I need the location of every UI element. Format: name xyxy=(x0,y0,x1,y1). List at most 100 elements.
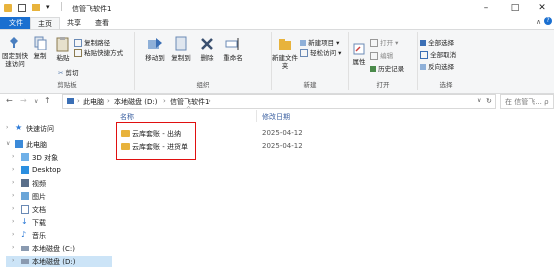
move-to-button[interactable]: 移动到 xyxy=(143,36,167,62)
address-dropdown-icon[interactable]: ∨ xyxy=(477,97,481,104)
move-to-label: 移动到 xyxy=(145,54,165,62)
cube-icon xyxy=(21,153,29,161)
title-bar: ▾ | 信管飞软件1 – □ ✕ xyxy=(0,0,554,17)
tab-view[interactable]: 查看 xyxy=(88,17,116,29)
edit-button[interactable]: 编辑 xyxy=(370,50,393,60)
open-group: 属性 打开 ▾ 编辑 历史记录 打开 xyxy=(349,32,418,90)
nav-label: 3D 对象 xyxy=(32,154,59,162)
nav-label: 图片 xyxy=(32,193,46,201)
star-icon: ★ xyxy=(15,123,23,132)
maximize-button[interactable]: □ xyxy=(505,2,525,14)
chevron-right-icon: › xyxy=(12,205,15,212)
chevron-right-icon: › xyxy=(6,124,9,131)
back-arrow-icon[interactable]: ← xyxy=(6,96,13,105)
properties-icon xyxy=(353,43,365,55)
minimize-button[interactable]: – xyxy=(476,2,496,14)
customize-toolbar-icon[interactable]: ▾ xyxy=(46,3,54,11)
column-divider[interactable] xyxy=(256,110,257,122)
chevron-right-icon: › xyxy=(12,192,15,199)
easy-access-label: 轻松访问 xyxy=(310,49,337,57)
breadcrumb-drive-d[interactable]: 本地磁盘 (D:) xyxy=(114,97,157,107)
cut-button[interactable]: ✂ 剪切 xyxy=(58,67,79,77)
nav-drive-d[interactable]: › 本地磁盘 (D:) xyxy=(6,256,112,267)
chevron-right-icon: › xyxy=(12,244,15,251)
select-none-button[interactable]: 全部取消 xyxy=(420,49,456,59)
pin-quick-access-button[interactable]: 固定到快速访问 xyxy=(2,36,28,68)
tab-share[interactable]: 共享 xyxy=(60,17,88,29)
edit-icon xyxy=(370,52,378,60)
nav-3d-objects[interactable]: › 3D 对象 xyxy=(6,152,118,163)
nav-label: 此电脑 xyxy=(26,141,47,149)
paste-shortcut-label: 粘贴快捷方式 xyxy=(84,49,124,57)
close-button[interactable]: ✕ xyxy=(532,2,552,14)
paste-shortcut-button[interactable]: 粘贴快捷方式 xyxy=(74,47,123,57)
search-placeholder: 在 信管飞... ρ xyxy=(505,98,549,106)
invert-selection-button[interactable]: 反向选择 xyxy=(420,61,454,71)
paste-icon xyxy=(56,37,69,52)
new-folder-button[interactable]: 新建文件夹 xyxy=(272,36,298,70)
copy-to-button[interactable]: 复制到 xyxy=(169,36,193,62)
breadcrumb-this-pc[interactable]: 此电脑 xyxy=(83,97,104,107)
video-icon xyxy=(21,179,29,187)
column-header-name[interactable]: 名称 xyxy=(120,112,134,122)
history-button[interactable]: 历史记录 xyxy=(370,63,404,73)
refresh-icon[interactable]: ↻ xyxy=(486,97,492,105)
select-all-button[interactable]: 全部选择 xyxy=(420,37,454,47)
delete-button[interactable]: 删除 xyxy=(197,36,217,62)
properties-button[interactable]: 属性 xyxy=(351,42,367,66)
pin-label: 固定到快速访问 xyxy=(2,52,28,68)
tab-home[interactable]: 主页 xyxy=(30,17,60,29)
chevron-right-icon: › xyxy=(12,179,15,186)
properties-quick-icon[interactable] xyxy=(18,4,26,12)
recent-locations-icon[interactable]: ∨ xyxy=(34,98,38,105)
nav-drive-c[interactable]: › 本地磁盘 (C:) xyxy=(6,243,118,254)
nav-pictures[interactable]: › 图片 xyxy=(6,191,118,202)
breadcrumb-separator: › xyxy=(107,97,110,105)
history-label: 历史记录 xyxy=(378,65,405,73)
paste-shortcut-icon xyxy=(74,49,82,57)
new-item-label: 新建项目 xyxy=(308,39,335,47)
window-title: 信管飞软件1 xyxy=(72,5,112,13)
copy-path-button[interactable]: 复制路径 xyxy=(74,37,110,47)
nav-desktop[interactable]: › Desktop xyxy=(6,165,118,176)
open-label: 打开 xyxy=(380,39,394,47)
breadcrumb-separator: › xyxy=(163,97,166,105)
easy-access-button[interactable]: 轻松访问 ▾ xyxy=(300,47,341,57)
paste-button[interactable]: 粘贴 xyxy=(54,36,72,62)
organize-group-label: 组织 xyxy=(196,81,210,89)
address-bar[interactable]: › 此电脑 › 本地磁盘 (D:) › 信管飞软件1 › ∨ ↻ xyxy=(62,94,496,109)
nav-this-pc[interactable]: ∨ 此电脑 xyxy=(0,139,112,150)
ribbon-tabs: 文件 主页 共享 查看 ∧ ? xyxy=(0,17,554,29)
new-folder-icon xyxy=(279,39,291,50)
nav-downloads[interactable]: › ↓ 下载 xyxy=(6,217,118,228)
nav-quick-access[interactable]: › ★ 快速访问 xyxy=(0,123,112,134)
rename-label: 重命名 xyxy=(223,54,243,62)
properties-label: 属性 xyxy=(352,58,366,66)
nav-label: 视频 xyxy=(32,180,46,188)
easy-access-icon xyxy=(300,49,308,57)
delete-label: 删除 xyxy=(200,54,214,62)
nav-documents[interactable]: › 文档 xyxy=(6,204,118,215)
cut-label: 剪切 xyxy=(65,69,79,77)
nav-music[interactable]: › ♪ 音乐 xyxy=(6,230,118,241)
desktop-icon xyxy=(21,166,29,174)
nav-videos[interactable]: › 视频 xyxy=(6,178,118,189)
new-item-button[interactable]: 新建项目 ▾ xyxy=(300,37,339,47)
open-button[interactable]: 打开 ▾ xyxy=(370,37,398,47)
nav-label: 本地磁盘 (C:) xyxy=(32,245,75,253)
select-all-icon xyxy=(420,40,426,46)
forward-arrow-icon[interactable]: → xyxy=(20,96,27,105)
cut-icon: ✂ xyxy=(58,69,64,77)
copy-button[interactable]: 复制 xyxy=(32,36,48,60)
up-arrow-icon[interactable]: ↑ xyxy=(44,96,51,105)
new-folder-quick-icon[interactable] xyxy=(32,4,40,11)
rename-button[interactable]: 重命名 xyxy=(221,36,245,62)
help-icon[interactable]: ? xyxy=(544,17,552,25)
search-input[interactable]: 在 信管飞... ρ xyxy=(500,94,554,109)
tab-file[interactable]: 文件 xyxy=(0,17,32,29)
ribbon-collapse-icon[interactable]: ∧ xyxy=(536,18,541,26)
column-header-date[interactable]: 修改日期 xyxy=(262,112,290,122)
computer-icon xyxy=(15,140,23,148)
clipboard-group-label: 剪贴板 xyxy=(57,81,77,89)
delete-icon xyxy=(201,38,213,50)
